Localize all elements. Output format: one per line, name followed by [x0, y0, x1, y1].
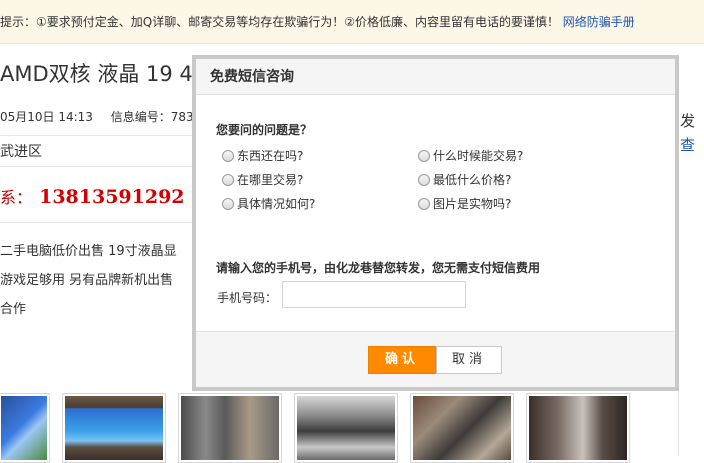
radio-icon[interactable]: [222, 174, 234, 186]
option-label: 什么时候能交易?: [433, 149, 524, 163]
phone-label: 系：: [0, 188, 33, 207]
phone-field-label: 手机号码：: [217, 291, 278, 305]
description-line: 游戏足够用 另有品牌新机出售: [0, 273, 174, 288]
thumbnail-photo[interactable]: [410, 393, 514, 463]
option-label: 具体情况如何?: [237, 197, 316, 211]
listing-description: 二手电脑低价出售 19寸液晶显 游戏足够用 另有品牌新机出售 合作: [0, 237, 200, 324]
right-sidebar: 发 查: [680, 112, 704, 154]
radio-icon[interactable]: [418, 174, 430, 186]
question-title: 您要问的问题是？: [216, 123, 313, 137]
thumbnail-photo[interactable]: [178, 393, 282, 463]
fraud-warning-bar: 提示：①要求预付定金、加Q详聊、邮寄交易等均存在欺骗行为！②价格低廉、内容里留有…: [0, 0, 704, 44]
option-label: 图片是实物吗?: [433, 197, 512, 211]
page: 提示：①要求预付定金、加Q详聊、邮寄交易等均存在欺骗行为！②价格低廉、内容里留有…: [0, 0, 704, 463]
radio-icon[interactable]: [418, 198, 430, 210]
question-option[interactable]: 图片是实物吗?: [418, 195, 511, 212]
phone-number: 13813591292: [39, 186, 185, 208]
divider: [0, 166, 195, 167]
question-option[interactable]: 东西还在吗?: [222, 147, 303, 164]
thumbnail-photo[interactable]: [62, 393, 166, 463]
dialog-footer: 确认 取消: [196, 331, 675, 387]
info-number: 信息编号：7832: [110, 110, 202, 124]
photo-thumbnails: [0, 393, 704, 463]
option-label: 最低什么价格?: [433, 173, 512, 187]
divider: [0, 135, 195, 136]
option-label: 东西还在吗?: [237, 149, 304, 163]
sidebar-link[interactable]: 查: [680, 136, 704, 154]
confirm-button[interactable]: 确认: [368, 346, 436, 374]
sms-consult-dialog: 免费短信咨询 您要问的问题是？ 东西还在吗? 什么时候能交易? 在哪里交易? 最…: [192, 55, 679, 391]
listing-title: AMD双核 液晶 19 4: [0, 62, 193, 86]
fraud-warning-text: 提示：①要求预付定金、加Q详聊、邮寄交易等均存在欺骗行为！②价格低廉、内容里留有…: [0, 15, 559, 29]
dialog-title: 免费短信咨询: [196, 59, 675, 95]
description-line: 合作: [0, 302, 27, 317]
thumbnail-photo[interactable]: [0, 393, 50, 463]
question-option[interactable]: 什么时候能交易?: [418, 147, 523, 164]
cancel-button[interactable]: 取消: [436, 346, 502, 374]
post-date: 05月10日 14:13: [0, 110, 93, 124]
thumbnail-photo[interactable]: [526, 393, 630, 463]
question-option[interactable]: 在哪里交易?: [222, 171, 303, 188]
radio-icon[interactable]: [418, 150, 430, 162]
anti-fraud-handbook-link[interactable]: 网络防骗手册: [563, 15, 635, 29]
question-option[interactable]: 具体情况如何?: [222, 195, 315, 212]
option-label: 在哪里交易?: [237, 173, 304, 187]
listing-area: 武进区: [0, 144, 42, 160]
sidebar-heading: 发: [680, 112, 696, 130]
divider: [0, 222, 195, 223]
radio-icon[interactable]: [222, 150, 234, 162]
description-line: 二手电脑低价出售 19寸液晶显: [0, 244, 177, 259]
phone-input[interactable]: [282, 281, 466, 308]
phone-hint: 请输入您的手机号，由化龙巷替您转发，您无需支付短信费用: [216, 261, 541, 275]
listing-meta: 05月10日 14:13 信息编号：7832: [0, 108, 215, 125]
question-option[interactable]: 最低什么价格?: [418, 171, 511, 188]
thumbnail-photo[interactable]: [294, 393, 398, 463]
radio-icon[interactable]: [222, 198, 234, 210]
